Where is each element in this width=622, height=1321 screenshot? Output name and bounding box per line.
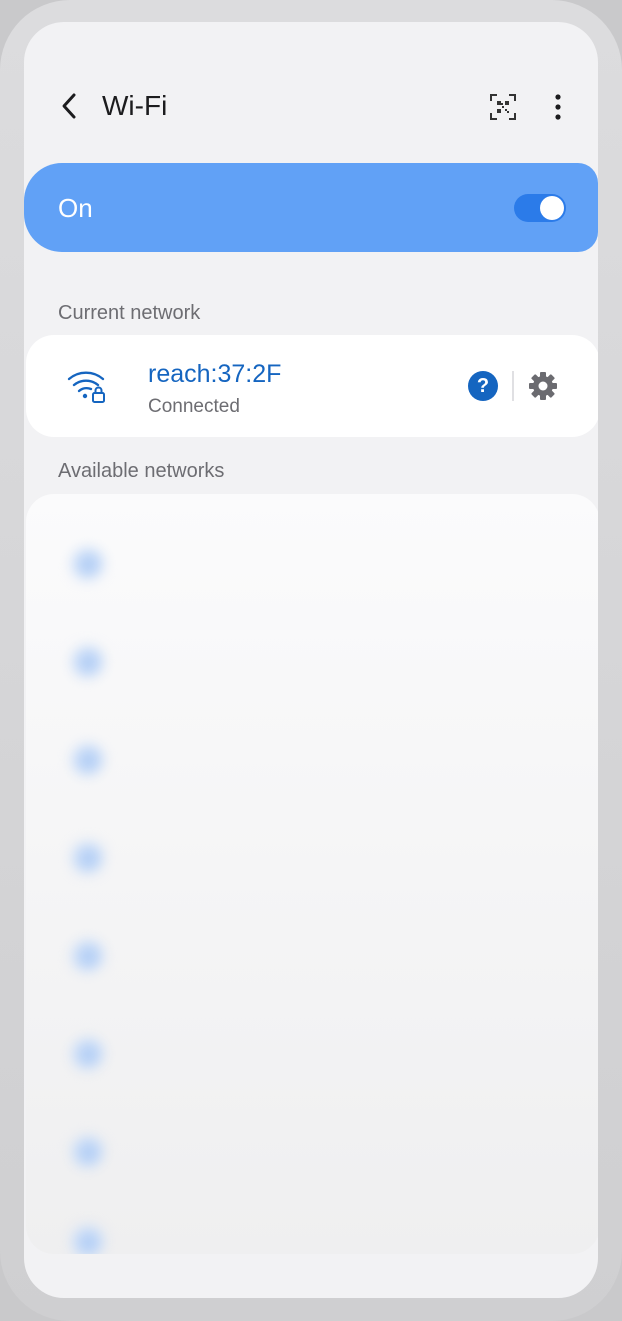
back-button[interactable] — [54, 88, 84, 124]
wifi-icon — [70, 1036, 104, 1070]
wifi-lock-icon — [66, 367, 108, 405]
current-network-status: Connected — [148, 396, 240, 417]
available-networks-list — [26, 494, 598, 1254]
list-item[interactable] — [26, 1006, 598, 1104]
current-network-header: Current network — [58, 302, 201, 324]
list-item[interactable] — [26, 1194, 598, 1254]
wifi-icon — [70, 938, 104, 972]
wifi-icon — [70, 546, 104, 580]
switch-knob — [540, 196, 564, 220]
list-item[interactable] — [26, 810, 598, 908]
wifi-icon — [70, 742, 104, 776]
wifi-master-toggle-bar[interactable]: On — [24, 163, 598, 252]
chevron-left-icon — [62, 93, 76, 119]
more-vertical-icon — [555, 94, 561, 120]
wifi-icon — [70, 1134, 104, 1168]
help-icon[interactable]: ? — [468, 371, 498, 401]
qr-scan-button[interactable] — [486, 90, 520, 124]
wifi-icon — [70, 840, 104, 874]
current-network-card[interactable]: reach:37:2F Connected ? — [26, 335, 598, 437]
list-item[interactable] — [26, 712, 598, 810]
divider — [512, 371, 514, 401]
phone-frame: Wi-Fi On Current network reach:37:2F Con… — [0, 0, 622, 1321]
wifi-toggle-label: On — [58, 193, 93, 223]
qr-scan-icon — [490, 94, 516, 120]
wifi-icon — [70, 1224, 104, 1254]
available-networks-header: Available networks — [58, 460, 225, 482]
wifi-toggle-switch[interactable] — [514, 194, 566, 222]
list-item[interactable] — [26, 614, 598, 712]
current-network-name: reach:37:2F — [148, 360, 282, 388]
list-item[interactable] — [26, 908, 598, 1006]
app-bar: Wi-Fi — [24, 22, 598, 167]
wifi-icon — [70, 644, 104, 678]
gear-icon[interactable] — [526, 369, 560, 403]
more-options-button[interactable] — [544, 90, 572, 124]
list-item[interactable] — [26, 516, 598, 614]
page-title: Wi-Fi — [102, 90, 168, 121]
wifi-settings-screen: Wi-Fi On Current network reach:37:2F Con… — [24, 22, 598, 1298]
list-item[interactable] — [26, 1104, 598, 1202]
